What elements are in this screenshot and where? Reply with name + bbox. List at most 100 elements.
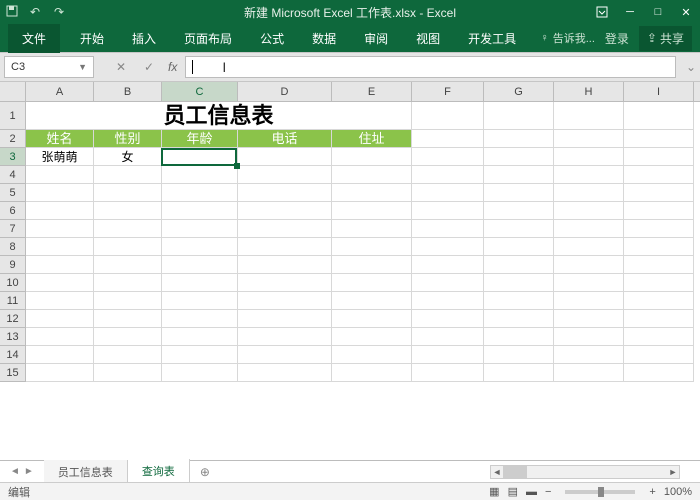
cell[interactable] [332,310,412,328]
cell[interactable] [162,220,238,238]
cell[interactable] [162,346,238,364]
table-header-cell[interactable]: 住址 [332,130,412,148]
cell[interactable] [332,274,412,292]
cell[interactable] [332,256,412,274]
col-header-A[interactable]: A [26,82,94,101]
cell[interactable] [162,166,238,184]
cell[interactable] [624,166,694,184]
cell[interactable] [26,256,94,274]
cell[interactable] [26,292,94,310]
cell[interactable] [624,292,694,310]
fx-icon[interactable]: fx [168,60,177,74]
cell[interactable] [94,256,162,274]
cell[interactable] [624,184,694,202]
cell[interactable] [412,148,484,166]
cell[interactable] [238,238,332,256]
cell[interactable] [26,364,94,382]
undo-icon[interactable]: ↶ [30,5,44,19]
tab-file[interactable]: 文件 [8,24,60,53]
table-header-cell[interactable]: 姓名 [26,130,94,148]
accept-formula-icon[interactable]: ✓ [142,60,156,74]
cell[interactable] [412,184,484,202]
cell[interactable] [162,310,238,328]
scroll-thumb[interactable] [503,466,527,478]
cell[interactable] [26,274,94,292]
tab-layout[interactable]: 页面布局 [170,24,246,53]
cell[interactable] [412,256,484,274]
row-header-9[interactable]: 9 [0,256,26,274]
zoom-slider[interactable] [565,490,635,494]
cell[interactable] [412,166,484,184]
scroll-right-icon[interactable]: ► [667,466,679,478]
cell[interactable] [162,328,238,346]
row-header-6[interactable]: 6 [0,202,26,220]
cell[interactable] [94,274,162,292]
cells-area[interactable]: 员工信息表 姓名性别年龄电话住址张萌萌女 [26,102,700,382]
data-cell[interactable] [332,148,412,166]
row-header-2[interactable]: 2 [0,130,26,148]
cell[interactable] [484,130,554,148]
cell[interactable] [554,102,624,130]
cell[interactable] [238,166,332,184]
cell[interactable] [94,328,162,346]
normal-view-icon[interactable]: ▦ [489,485,499,498]
cell[interactable] [26,220,94,238]
cell[interactable] [554,238,624,256]
row-header-8[interactable]: 8 [0,238,26,256]
row-header-11[interactable]: 11 [0,292,26,310]
table-header-cell[interactable]: 年龄 [162,130,238,148]
cell[interactable] [238,292,332,310]
cell[interactable] [26,202,94,220]
col-header-C[interactable]: C [162,82,238,101]
col-header-E[interactable]: E [332,82,412,101]
row-header-1[interactable]: 1 [0,102,26,130]
data-cell[interactable]: 女 [94,148,162,166]
cell[interactable] [26,238,94,256]
cell[interactable] [484,328,554,346]
cell[interactable] [412,238,484,256]
tab-view[interactable]: 视图 [402,24,454,53]
cell[interactable] [94,166,162,184]
table-header-cell[interactable]: 性别 [94,130,162,148]
cell[interactable] [554,130,624,148]
sheet-nav-prev-icon[interactable]: ◄ [10,466,20,477]
cell[interactable] [554,274,624,292]
cell[interactable] [162,238,238,256]
cell[interactable] [484,292,554,310]
cell[interactable] [554,292,624,310]
cell[interactable] [238,202,332,220]
cell[interactable] [162,256,238,274]
row-header-14[interactable]: 14 [0,346,26,364]
page-break-view-icon[interactable]: ▬ [526,486,537,498]
cell[interactable] [26,346,94,364]
cell[interactable] [554,256,624,274]
cell[interactable] [94,184,162,202]
cell[interactable] [554,364,624,382]
cell[interactable] [332,364,412,382]
cell[interactable] [624,102,694,130]
cell[interactable] [484,238,554,256]
ribbon-options-icon[interactable] [588,0,616,24]
tab-data[interactable]: 数据 [298,24,350,53]
tab-home[interactable]: 开始 [66,24,118,53]
cell[interactable] [624,148,694,166]
scroll-left-icon[interactable]: ◄ [491,466,503,478]
new-sheet-icon[interactable]: ⊕ [190,461,220,483]
cell[interactable] [554,328,624,346]
cell[interactable] [624,328,694,346]
cell[interactable] [624,238,694,256]
cell[interactable] [94,346,162,364]
cell[interactable] [26,184,94,202]
data-cell[interactable] [238,148,332,166]
cell[interactable] [238,310,332,328]
cell[interactable] [554,184,624,202]
cell[interactable] [332,292,412,310]
cell[interactable] [94,310,162,328]
cell[interactable] [554,148,624,166]
cell[interactable] [412,292,484,310]
cell[interactable] [238,328,332,346]
cell[interactable] [412,220,484,238]
sheet-nav-next-icon[interactable]: ► [24,466,34,477]
table-header-cell[interactable]: 电话 [238,130,332,148]
tab-developer[interactable]: 开发工具 [454,24,530,53]
